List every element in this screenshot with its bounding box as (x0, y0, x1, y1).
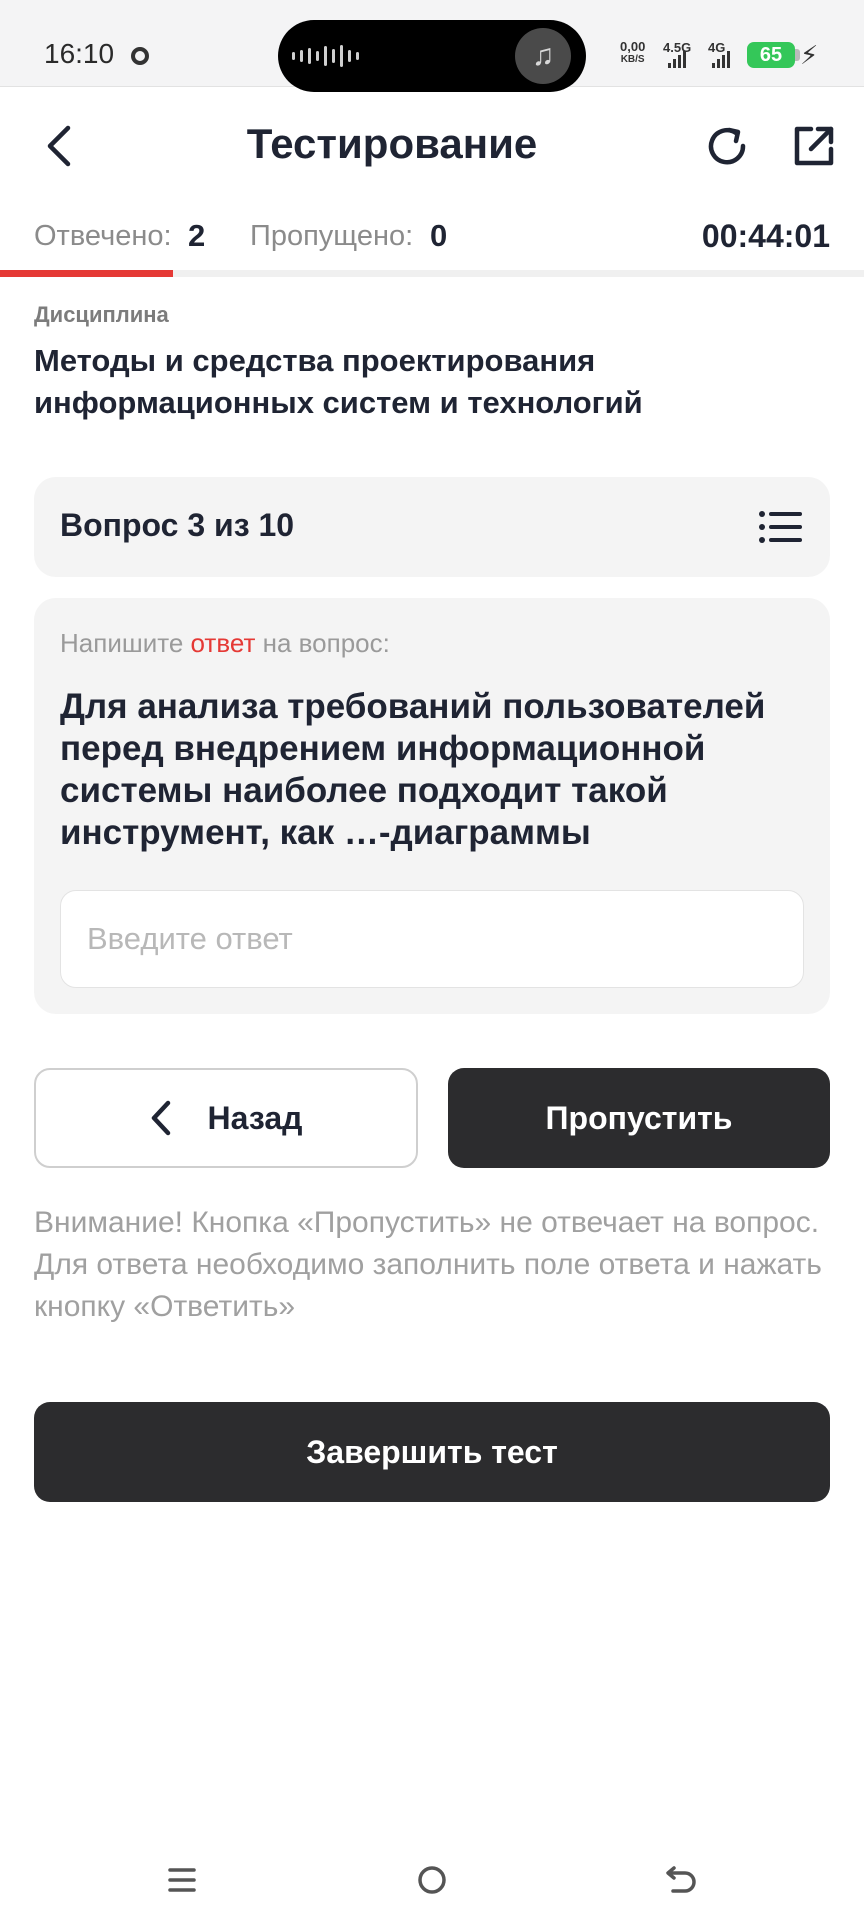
question-counter: Вопрос 3 из 10 (60, 507, 295, 543)
status-time: 16:10 (44, 38, 115, 69)
net-speed-value: 0,00 (620, 39, 646, 54)
chat-icon (131, 47, 149, 65)
question-counter-card: Вопрос 3 из 10 (34, 477, 830, 577)
instruction-text: Напишите (60, 628, 184, 658)
question-text: Для анализа требований пользователей пер… (60, 687, 766, 852)
skip-button[interactable]: Пропустить (448, 1068, 830, 1168)
list-icon[interactable] (758, 509, 802, 545)
audio-wave-icon (292, 44, 359, 68)
home-icon[interactable] (392, 1840, 472, 1920)
timer: 00:44:01 (701, 218, 830, 254)
system-nav-bar (0, 1840, 864, 1920)
question-card: Напишите ответ на вопрос: Для анализа тр… (34, 598, 830, 1014)
chevron-left-icon (151, 1100, 170, 1136)
open-external-icon[interactable] (786, 118, 842, 174)
instruction-accent: ответ (190, 628, 256, 658)
charging-icon: ⚡ (800, 40, 819, 70)
status-bar: 16:10 ♫ 0,00 KB/S 4.5G 4G 65 ⚡ (0, 0, 864, 92)
answered-label: Отвечено: (34, 220, 172, 252)
skip-button-label: Пропустить (545, 1099, 733, 1136)
instruction-text-end: на вопрос: (262, 628, 390, 658)
net-speed: 0,00 KB/S (620, 40, 645, 66)
answer-input[interactable] (60, 890, 804, 988)
signal-icon (712, 48, 730, 68)
page-title: Тестирование (246, 120, 538, 167)
net-speed-unit: KB/S (620, 54, 645, 65)
finish-test-label: Завершить тест (306, 1433, 558, 1470)
progress-fill (0, 270, 173, 277)
music-icon: ♫ (515, 28, 571, 84)
skip-notice: Внимание! Кнопка «Пропустить» не отвечае… (34, 1206, 822, 1323)
answered-count: 2 (188, 218, 206, 253)
back-button-label: Назад (207, 1099, 303, 1136)
back-nav-icon[interactable] (640, 1840, 720, 1920)
refresh-icon[interactable] (700, 118, 754, 174)
discipline-label: Дисциплина (34, 302, 169, 327)
signal-icon (668, 48, 686, 68)
progress-bar (0, 270, 864, 277)
battery-icon: 65 (747, 42, 795, 68)
skipped-count: 0 (430, 218, 448, 253)
question-instruction: Напишите ответ на вопрос: (60, 628, 390, 659)
skipped-label: Пропущено: (250, 220, 414, 252)
finish-test-button[interactable]: Завершить тест (34, 1402, 830, 1502)
back-button[interactable]: Назад (34, 1068, 418, 1168)
discipline-name: Методы и средства проектирования информа… (34, 343, 643, 420)
menu-icon[interactable] (142, 1840, 222, 1920)
